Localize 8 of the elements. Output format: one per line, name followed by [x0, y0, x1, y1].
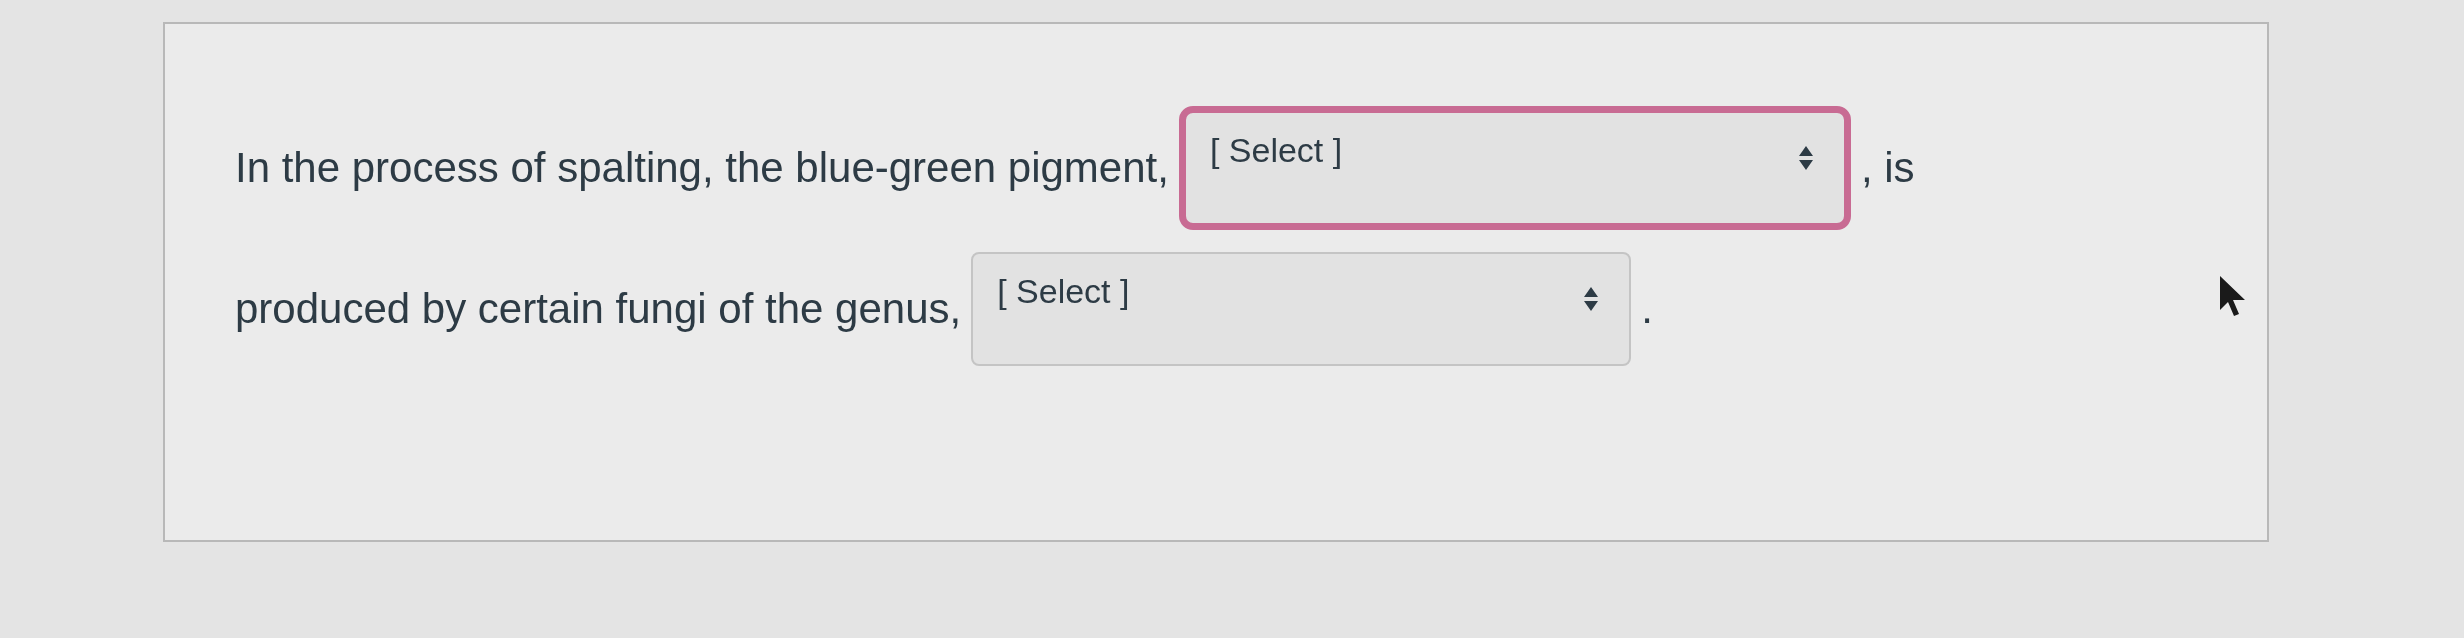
question-text: In the process of spalting, the blue-green pigment, [235, 144, 1169, 192]
question-text: , is [1860, 144, 1915, 192]
question-text: produced by certain fungi of the genus, [235, 285, 962, 333]
question-text: . [1641, 285, 1653, 333]
answer-dropdown[interactable]: [ Select ] [971, 252, 1632, 366]
answer-dropdown[interactable]: [ Select ] [1178, 106, 1851, 230]
sort-arrows-icon [1583, 286, 1600, 312]
sort-arrows-icon [1797, 145, 1814, 171]
